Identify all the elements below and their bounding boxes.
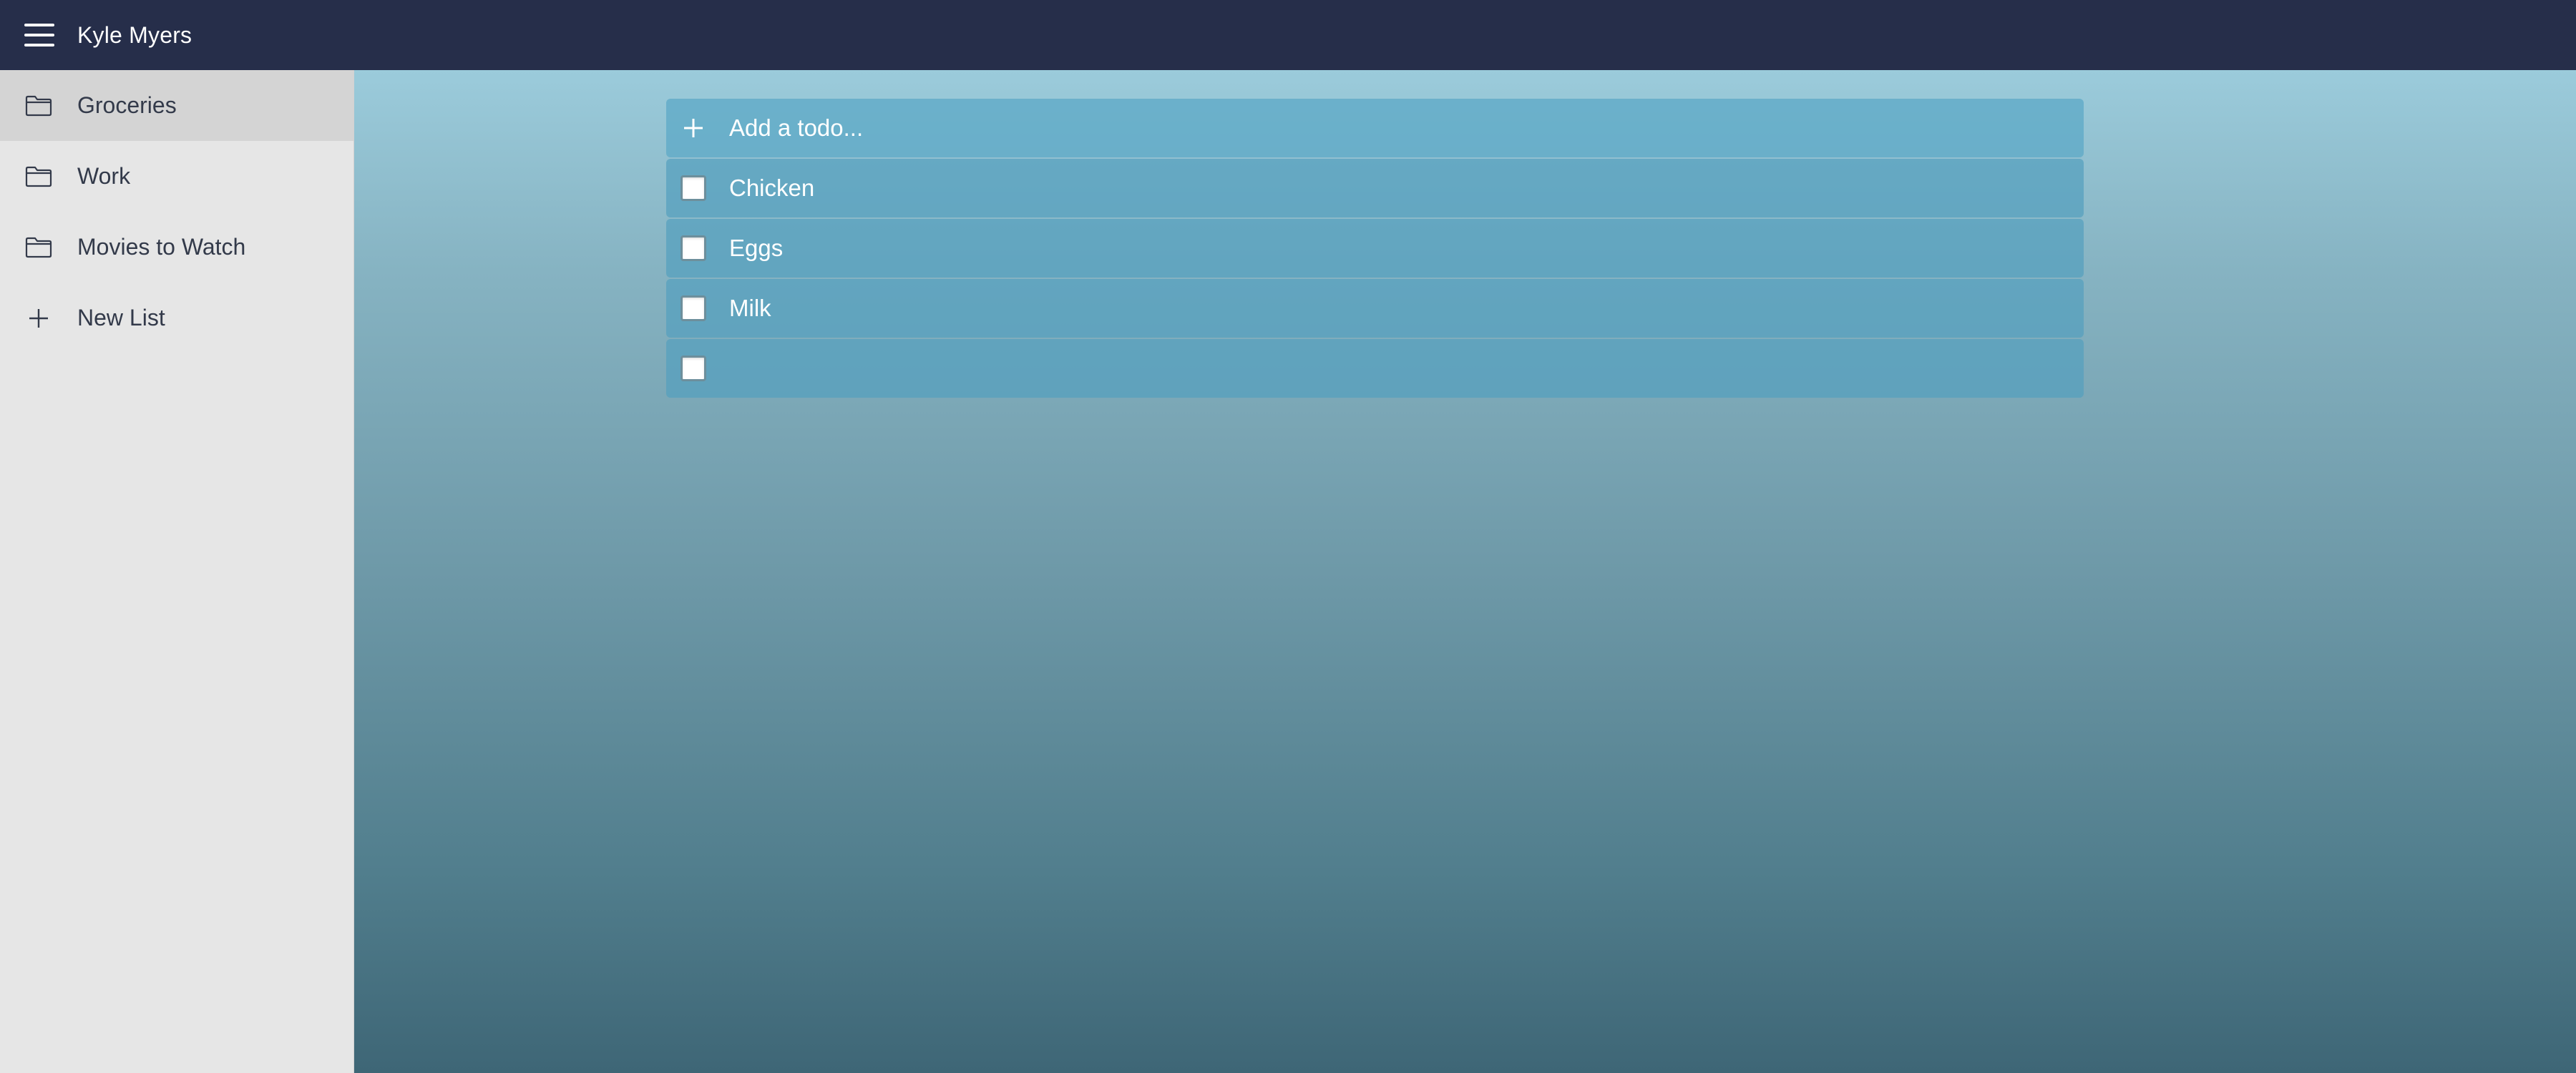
add-todo-row[interactable] [666,99,2084,157]
todo-item [666,339,2084,398]
sidebar-item-movies-to-watch[interactable]: Movies to Watch [0,212,353,283]
add-todo-input[interactable] [729,114,2017,142]
sidebar-item-new-list[interactable]: New List [0,283,353,353]
plus-icon [24,307,53,330]
todo-text[interactable]: Eggs [729,235,783,262]
plus-icon[interactable] [679,114,708,142]
folder-icon [24,236,53,259]
sidebar-item-groceries[interactable]: Groceries [0,70,353,141]
checkbox-box[interactable] [680,295,706,321]
sidebar-item-label: Work [77,163,131,189]
todo-checkbox[interactable] [679,174,708,202]
sidebar: Groceries Work Movies to Watch New List [0,70,354,1073]
sidebar-item-label: New List [77,305,165,330]
todo-item: Milk [666,279,2084,338]
top-bar: Kyle Myers [0,0,2576,70]
checkbox-box[interactable] [680,175,706,201]
folder-icon [24,94,53,117]
todo-list: Chicken Eggs Milk [666,99,2084,399]
folder-icon [24,165,53,188]
todo-checkbox[interactable] [679,294,708,323]
todo-item: Chicken [666,159,2084,217]
sidebar-item-label: Groceries [77,92,177,118]
todo-item: Eggs [666,219,2084,278]
hamburger-menu-icon[interactable] [24,23,54,47]
checkbox-box[interactable] [680,235,706,261]
todo-text[interactable]: Chicken [729,175,814,202]
todo-checkbox[interactable] [679,234,708,263]
todo-text[interactable]: Milk [729,295,771,322]
todo-checkbox[interactable] [679,354,708,383]
sidebar-item-work[interactable]: Work [0,141,353,212]
sidebar-item-label: Movies to Watch [77,234,246,260]
main-content: Chicken Eggs Milk [354,70,2576,1073]
user-name: Kyle Myers [77,21,192,48]
app-root: Kyle Myers Groceries Work Movies to Watc… [0,0,2576,1073]
checkbox-box[interactable] [680,356,706,381]
